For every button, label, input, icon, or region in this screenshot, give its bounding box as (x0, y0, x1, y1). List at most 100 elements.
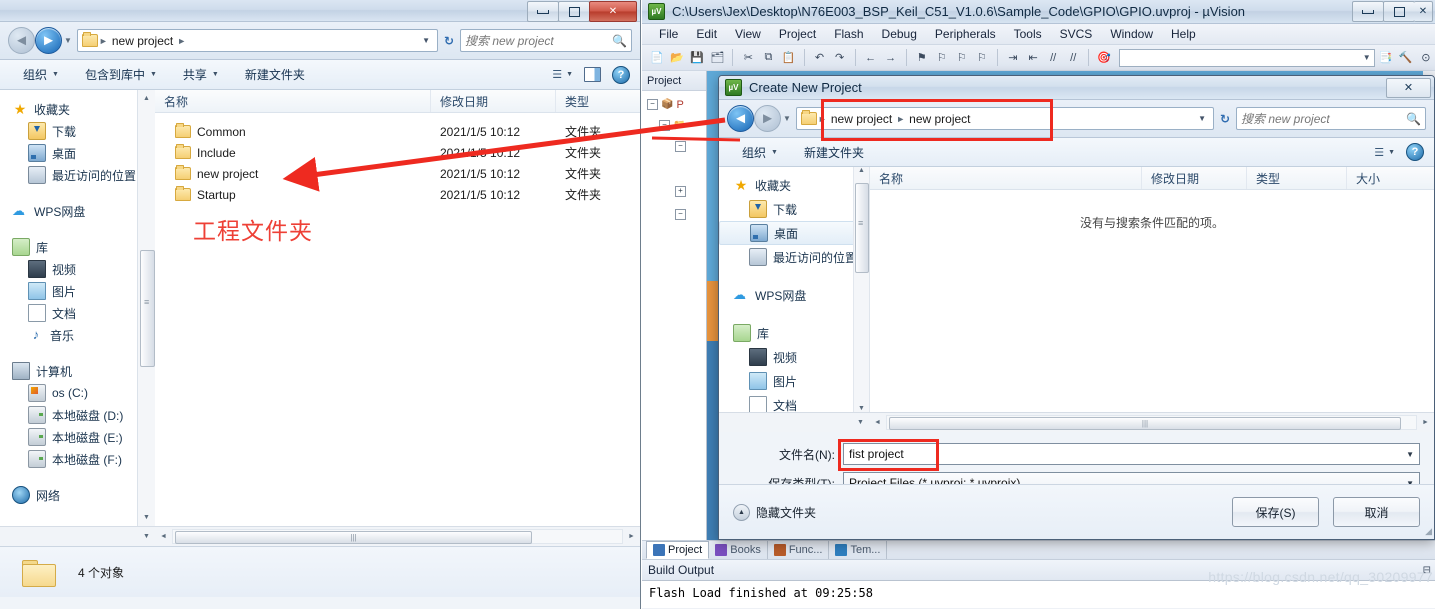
navigate-forward-icon[interactable]: → (882, 48, 900, 67)
sidebar-item-0[interactable]: ★ 收藏夹 (0, 98, 155, 120)
menu-item-debug[interactable]: Debug (873, 25, 926, 44)
bookmark-toggle-icon[interactable]: ⚑ (913, 48, 931, 67)
hscroll-track[interactable]: ||| (886, 415, 1417, 430)
project-pane[interactable]: Project − 📦 P − 📁 − + − (642, 71, 707, 540)
menu-item-peripherals[interactable]: Peripherals (926, 25, 1005, 44)
view-options-button[interactable]: ☰ ▼ (552, 68, 573, 81)
view-options-button[interactable]: ☰ ▼ (1374, 146, 1395, 159)
open-file-icon[interactable]: 📂 (668, 48, 686, 67)
address-bar[interactable]: ► new project ► ▼ (76, 29, 438, 52)
resize-grip-icon[interactable]: ◢ (1425, 526, 1432, 537)
cancel-button[interactable]: 取消 (1333, 497, 1420, 527)
explorer-file-list[interactable]: 名称 修改日期 类型 Common 2021/1/5 10:12 文件夹 Includ… (155, 90, 640, 526)
dialog-sidebar-item-7[interactable]: 图片 (719, 369, 869, 393)
forward-button[interactable]: ► (754, 105, 781, 132)
explorer-horizontal-scrollbar[interactable]: ▼ ◄ ||| ► (0, 526, 640, 546)
minimize-button[interactable] (527, 1, 559, 22)
table-row[interactable]: Startup 2021/1/5 10:12 文件夹 (155, 184, 640, 205)
scrollbar-thumb[interactable] (140, 250, 155, 367)
tab-project[interactable]: Project (646, 541, 710, 559)
sidebar-item-10[interactable]: 计算机 (0, 360, 155, 382)
menu-item-file[interactable]: File (650, 25, 687, 44)
sidebar-item-11[interactable]: os (C:) (0, 382, 155, 404)
scroll-down-icon[interactable]: ▼ (138, 509, 155, 526)
project-tree[interactable]: − 📦 P − 📁 − + − (642, 91, 706, 540)
new-file-icon[interactable]: 📄 (648, 48, 666, 67)
save-icon[interactable]: 💾 (688, 48, 706, 67)
close-button[interactable]: ✕ (1414, 1, 1433, 22)
scroll-down-icon[interactable]: ▼ (854, 405, 869, 412)
scroll-down-icon[interactable]: ▼ (138, 533, 155, 540)
scroll-down-icon[interactable]: ▼ (852, 419, 869, 426)
navigate-back-icon[interactable]: ← (862, 48, 880, 67)
chevron-down-icon[interactable]: ▼ (422, 36, 433, 45)
sidebar-item-1[interactable]: 下载 (0, 120, 155, 142)
dialog-sidebar-item-0[interactable]: ★ 收藏夹 (719, 173, 869, 197)
sidebar-item-3[interactable]: 最近访问的位置 (0, 164, 155, 186)
new-folder-button[interactable]: 新建文件夹 (791, 141, 877, 163)
menu-item-flash[interactable]: Flash (825, 25, 872, 44)
chevron-down-icon[interactable]: ▼ (1198, 114, 1209, 123)
scroll-left-icon[interactable]: ◄ (155, 533, 172, 540)
table-row[interactable]: new project 2021/1/5 10:12 文件夹 (155, 163, 640, 184)
column-header-type[interactable]: 类型 (1247, 167, 1347, 189)
tree-collapse-icon[interactable]: − (675, 209, 686, 220)
tab-books[interactable]: Books (709, 541, 768, 559)
menu-item-edit[interactable]: Edit (687, 25, 726, 44)
sidebar-item-5[interactable]: 库 (0, 236, 155, 258)
back-button[interactable]: ◄ (727, 105, 754, 132)
include-in-library-button[interactable]: 包含到库中 ▼ (72, 64, 170, 86)
save-all-icon[interactable]: 🗂 (708, 48, 726, 67)
column-header-size[interactable]: 大小 (1347, 167, 1407, 189)
redo-icon[interactable]: ↷ (831, 48, 849, 67)
breadcrumb-item[interactable]: new project (906, 112, 973, 126)
bookmark-prev-icon[interactable]: ⚐ (933, 48, 951, 67)
column-header-name[interactable]: 名称 (870, 167, 1142, 189)
outdent-icon[interactable]: ⇤ (1024, 48, 1042, 67)
tree-node-child[interactable]: + (645, 184, 703, 199)
sidebar-item-7[interactable]: 图片 (0, 280, 155, 302)
close-button[interactable]: ✕ (589, 1, 637, 22)
scroll-right-icon[interactable]: ► (623, 533, 640, 540)
dialog-sidebar-item-3[interactable]: 最近访问的位置 (719, 245, 869, 269)
menu-item-tools[interactable]: Tools (1005, 25, 1051, 44)
filename-input[interactable]: fist project ▼ (838, 439, 1420, 471)
breadcrumb-item[interactable]: new project (109, 34, 176, 48)
pin-icon[interactable]: ⊟ (1423, 565, 1431, 576)
tab-func[interactable]: Func... (768, 541, 830, 559)
sidebar-item-8[interactable]: 文档 (0, 302, 155, 324)
indent-icon[interactable]: ⇥ (1004, 48, 1022, 67)
tree-collapse-icon[interactable]: − (647, 99, 658, 110)
target-select[interactable]: ▼ (1119, 48, 1375, 67)
tree-node-child[interactable]: − (645, 139, 703, 154)
help-icon[interactable]: ? (1406, 143, 1424, 161)
menu-item-window[interactable]: Window (1101, 25, 1162, 44)
search-input[interactable]: 搜索 new project 🔍 (460, 29, 632, 52)
scrollbar-thumb[interactable] (855, 183, 869, 273)
hscroll-thumb[interactable]: ||| (889, 417, 1401, 430)
scroll-left-icon[interactable]: ◄ (869, 419, 886, 426)
tree-node-child[interactable]: − (645, 207, 703, 222)
save-button[interactable]: 保存(S) (1232, 497, 1319, 527)
refresh-icon[interactable]: ↻ (438, 29, 460, 52)
dialog-file-list[interactable]: 名称 修改日期 类型 大小 没有与搜索条件匹配的项。 (869, 167, 1434, 412)
scroll-up-icon[interactable]: ▲ (138, 90, 155, 107)
debug-icon[interactable]: ⊙ (1417, 48, 1435, 67)
hscroll-thumb[interactable]: ||| (175, 531, 532, 544)
sidebar-item-13[interactable]: 本地磁盘 (E:) (0, 426, 155, 448)
tree-expand-icon[interactable]: + (675, 186, 686, 197)
dialog-sidebar-item-6[interactable]: 视频 (719, 345, 869, 369)
organize-button[interactable]: 组织 ▼ (729, 141, 791, 163)
recent-pages-caret-icon[interactable]: ▼ (64, 36, 72, 45)
maximize-button[interactable] (1383, 1, 1415, 22)
chevron-down-icon[interactable]: ▼ (1406, 450, 1414, 459)
organize-button[interactable]: 组织 ▼ (10, 64, 72, 86)
search-input[interactable]: 搜索 new project 🔍 (1236, 107, 1426, 130)
dialog-sidebar-item-2[interactable]: 桌面 (719, 221, 865, 245)
column-header-type[interactable]: 类型 (556, 90, 636, 112)
dialog-sidebar-item-8[interactable]: 文档 (719, 393, 869, 412)
column-header-modified[interactable]: 修改日期 (1142, 167, 1247, 189)
hscroll-track[interactable]: ||| (172, 529, 623, 544)
sidebar-scrollbar[interactable]: ▲ ▼ (137, 90, 155, 526)
build-output-body[interactable]: Flash Load finished at 09:25:58 (642, 580, 1435, 608)
